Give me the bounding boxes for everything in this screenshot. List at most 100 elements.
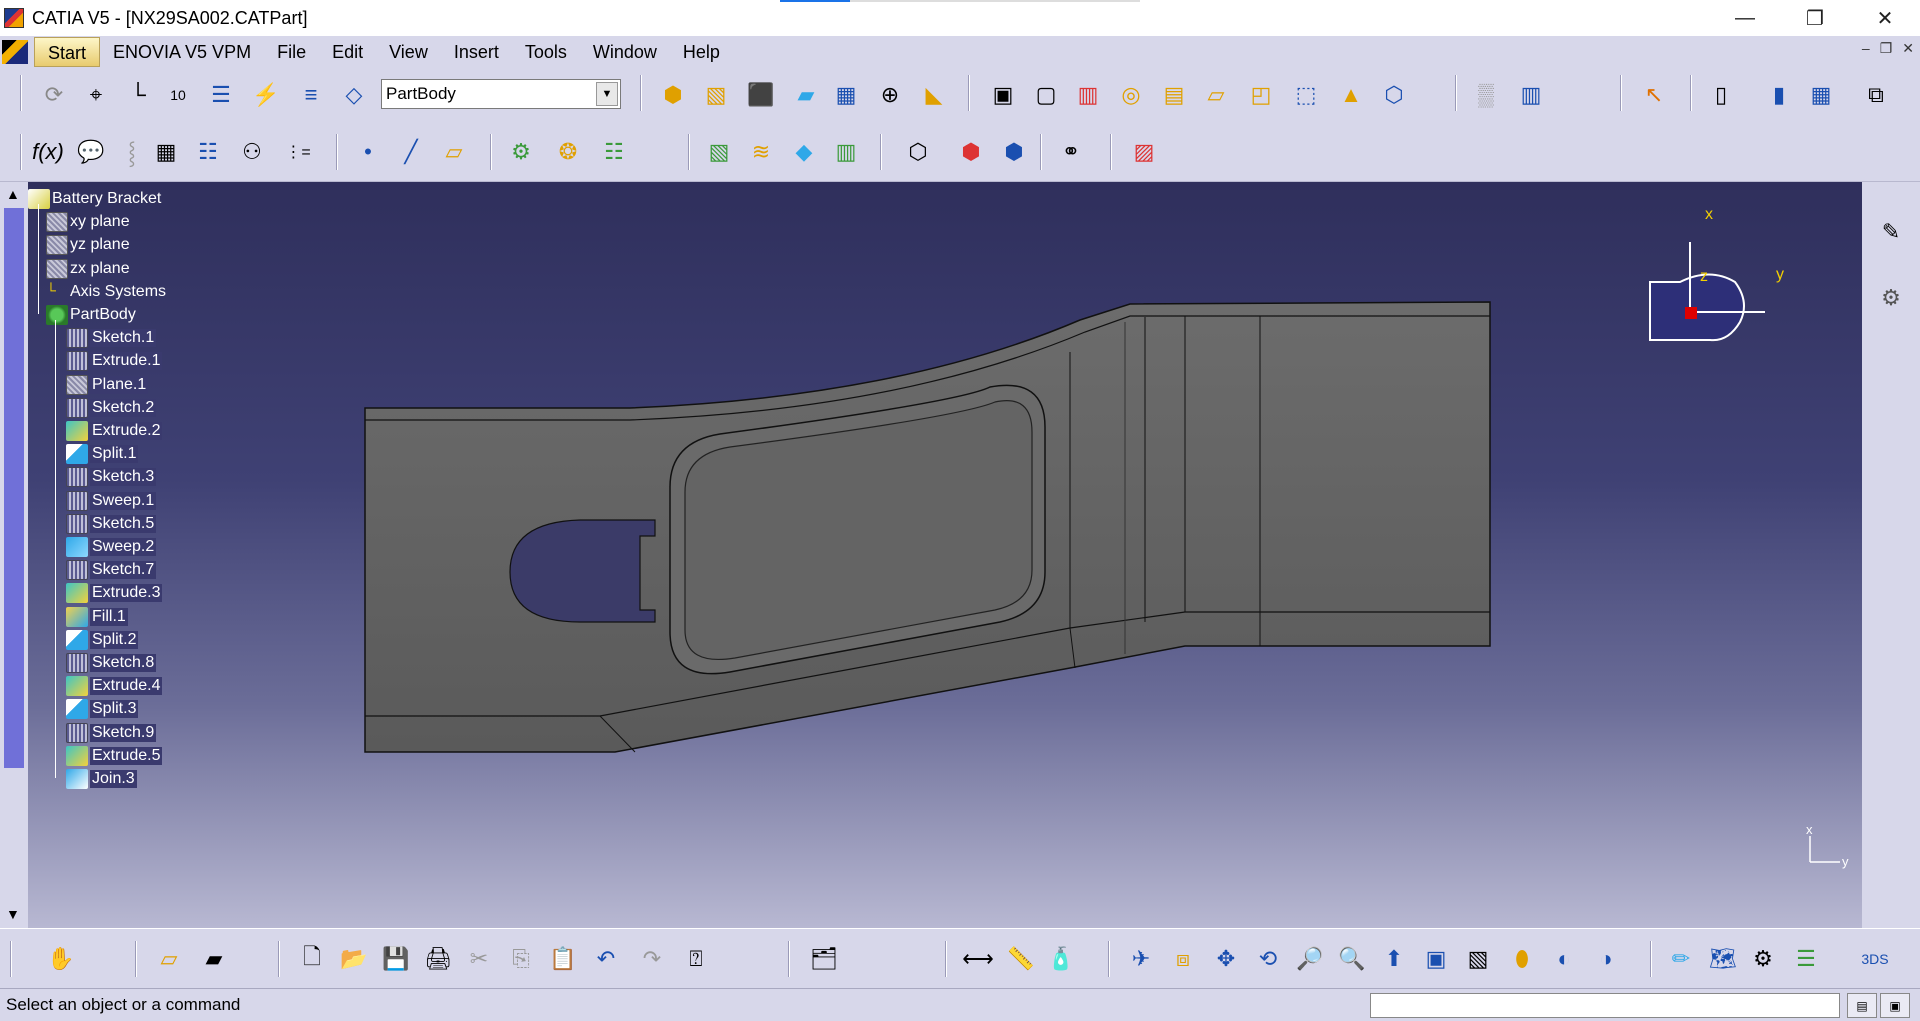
design-table-icon[interactable]: ▦ [150, 136, 182, 168]
grid-icon[interactable]: ▦ [1805, 79, 1837, 111]
menu-edit[interactable]: Edit [319, 37, 376, 67]
layers-icon[interactable]: ☰ [1790, 943, 1822, 975]
part-geometry[interactable] [0, 182, 1862, 928]
solid-icon[interactable]: ▧ [703, 136, 735, 168]
pan-icon[interactable]: ✥ [1210, 943, 1242, 975]
settings-gear-icon[interactable]: ⚙ [1875, 282, 1907, 314]
help-pointer-icon[interactable]: ⍰ [680, 943, 712, 975]
lock-icon[interactable]: ⸾ [116, 136, 148, 168]
tree-node[interactable]: Extrude.4 [66, 673, 163, 699]
healing-icon[interactable]: ▲ [1335, 79, 1367, 111]
menu-start[interactable]: Start [34, 36, 101, 67]
tree-node[interactable]: Extrude.5 [66, 743, 163, 769]
cylinder-icon[interactable]: ⬛ [745, 79, 777, 111]
sketch-tools-icon[interactable]: ⚡ [250, 79, 282, 111]
eraser-icon[interactable]: ◆ [788, 136, 820, 168]
tree-node[interactable]: Sketch.9 [66, 720, 157, 746]
multi-view-icon[interactable]: ▣ [1420, 943, 1452, 975]
menu-enovia[interactable]: ENOVIA V5 VPM [100, 37, 264, 67]
grid-surface-icon[interactable]: ▦ [830, 79, 862, 111]
tree-node[interactable]: Extrude.2 [66, 418, 163, 444]
axis-icon[interactable]: └ [122, 79, 154, 111]
command-input[interactable] [1370, 993, 1840, 1018]
measure-between-icon[interactable]: ⟷ [962, 943, 994, 975]
measure-inertia-icon[interactable]: 🧴 [1045, 943, 1077, 975]
tree-node[interactable]: Sketch.7 [66, 557, 157, 583]
tree-node[interactable]: Split.2 [66, 627, 139, 653]
menu-view[interactable]: View [376, 37, 441, 67]
point-icon[interactable]: • [352, 136, 384, 168]
tree-node[interactable]: xy plane [46, 209, 130, 235]
stack-icon[interactable]: ☰ [205, 79, 237, 111]
apply-material-icon[interactable]: ✏ [1665, 943, 1697, 975]
positioned-sketch-icon[interactable]: ▰ [198, 943, 230, 975]
split-icon[interactable]: ◰ [1245, 79, 1277, 111]
tree-node[interactable]: └ Axis Systems [46, 279, 166, 305]
point-coordinates-icon[interactable]: 10 [162, 79, 194, 111]
doc-close-icon[interactable]: ✕ [1902, 40, 1914, 57]
tree-node[interactable]: Sketch.2 [66, 395, 157, 421]
sketcher-mode-icon[interactable]: ▯ [1705, 79, 1737, 111]
tree-list-icon[interactable]: ≡ [295, 79, 327, 111]
translate-icon[interactable]: ⬡ [1378, 79, 1410, 111]
line-icon[interactable]: ╱ [395, 136, 427, 168]
normal-view-icon[interactable]: ⬆ [1378, 943, 1410, 975]
join-icon[interactable]: ⬚ [1290, 79, 1322, 111]
intersect-icon[interactable]: ⚭ [1055, 136, 1087, 168]
sketch-plane-icon[interactable]: ▱ [153, 943, 185, 975]
axis-system-icon[interactable]: ⌖ [80, 79, 112, 111]
thick-surface-icon[interactable]: ▥ [830, 136, 862, 168]
remove-icon[interactable]: ⬢ [998, 136, 1030, 168]
knowledge-tree-icon[interactable]: ☷ [192, 136, 224, 168]
menu-help[interactable]: Help [670, 37, 733, 67]
tree-node[interactable]: Extrude.1 [66, 348, 163, 374]
fly-mode-icon[interactable]: ✈ [1125, 943, 1157, 975]
revolve-icon[interactable]: ▧ [700, 79, 732, 111]
fit-all-in-icon[interactable]: ⧈ [1167, 943, 1199, 975]
tree-node[interactable]: PartBody [46, 302, 136, 328]
plane-icon[interactable]: ▱ [438, 136, 470, 168]
assemble-icon[interactable]: ⬡ [902, 136, 934, 168]
trim-icon[interactable]: ▱ [1200, 79, 1232, 111]
sketch-edit-icon[interactable]: ✎ [1875, 216, 1907, 248]
tree-node[interactable]: Split.3 [66, 696, 139, 722]
menu-window[interactable]: Window [580, 37, 670, 67]
tree-node[interactable]: Sketch.3 [66, 464, 157, 490]
menu-file[interactable]: File [264, 37, 319, 67]
extrude-icon[interactable]: ⬢ [657, 79, 689, 111]
zoom-out-icon[interactable]: 🔍 [1336, 943, 1368, 975]
menu-tools[interactable]: Tools [512, 37, 580, 67]
boundary-icon[interactable]: ▥ [1072, 79, 1104, 111]
tree-node[interactable]: Join.3 [66, 766, 137, 792]
print-icon[interactable]: 🖨 [422, 943, 454, 975]
update-icon[interactable]: ⟳ [38, 79, 70, 111]
add-icon[interactable]: ⬢ [955, 136, 987, 168]
law-icon[interactable]: ⚇ [236, 136, 268, 168]
properties-icon[interactable]: 🗂 [808, 943, 840, 975]
redo-icon[interactable]: ↷ [636, 943, 668, 975]
menu-insert[interactable]: Insert [441, 37, 512, 67]
rotate-icon[interactable]: ⟲ [1252, 943, 1284, 975]
zoom-in-icon[interactable]: 🔎 [1294, 943, 1326, 975]
power-input-icon[interactable]: ▣ [1880, 993, 1910, 1018]
offset-icon[interactable]: ▣ [987, 79, 1019, 111]
hide-show-icon[interactable]: ◐ [1548, 943, 1580, 975]
tree-node[interactable]: Split.1 [66, 441, 139, 467]
measure-icon[interactable]: ▥ [1515, 79, 1547, 111]
multi-section-icon[interactable]: ◣ [918, 79, 950, 111]
open-folder-icon[interactable]: 📂 [338, 943, 370, 975]
chevron-down-icon[interactable]: ▼ [596, 82, 618, 106]
extract-icon[interactable]: ◎ [1115, 79, 1147, 111]
view-normal-icon[interactable]: ▮ [1763, 79, 1795, 111]
new-file-icon[interactable]: 🗋 [296, 943, 328, 975]
quick-view-icon[interactable]: ▧ [1462, 943, 1494, 975]
save-icon[interactable]: 💾 [380, 943, 412, 975]
catalog-icon[interactable]: ▨ [1128, 136, 1160, 168]
define-work-object-icon[interactable]: ◇ [338, 79, 370, 111]
gear-sphere-icon[interactable]: ⚙ [1747, 943, 1779, 975]
body-select[interactable]: PartBody ▼ [381, 79, 621, 109]
surface-icon[interactable]: ≋ [745, 136, 777, 168]
tree-node[interactable]: Sketch.8 [66, 650, 157, 676]
tree-node[interactable]: Plane.1 [66, 372, 149, 398]
hybrid-body-icon[interactable]: ❂ [552, 136, 584, 168]
